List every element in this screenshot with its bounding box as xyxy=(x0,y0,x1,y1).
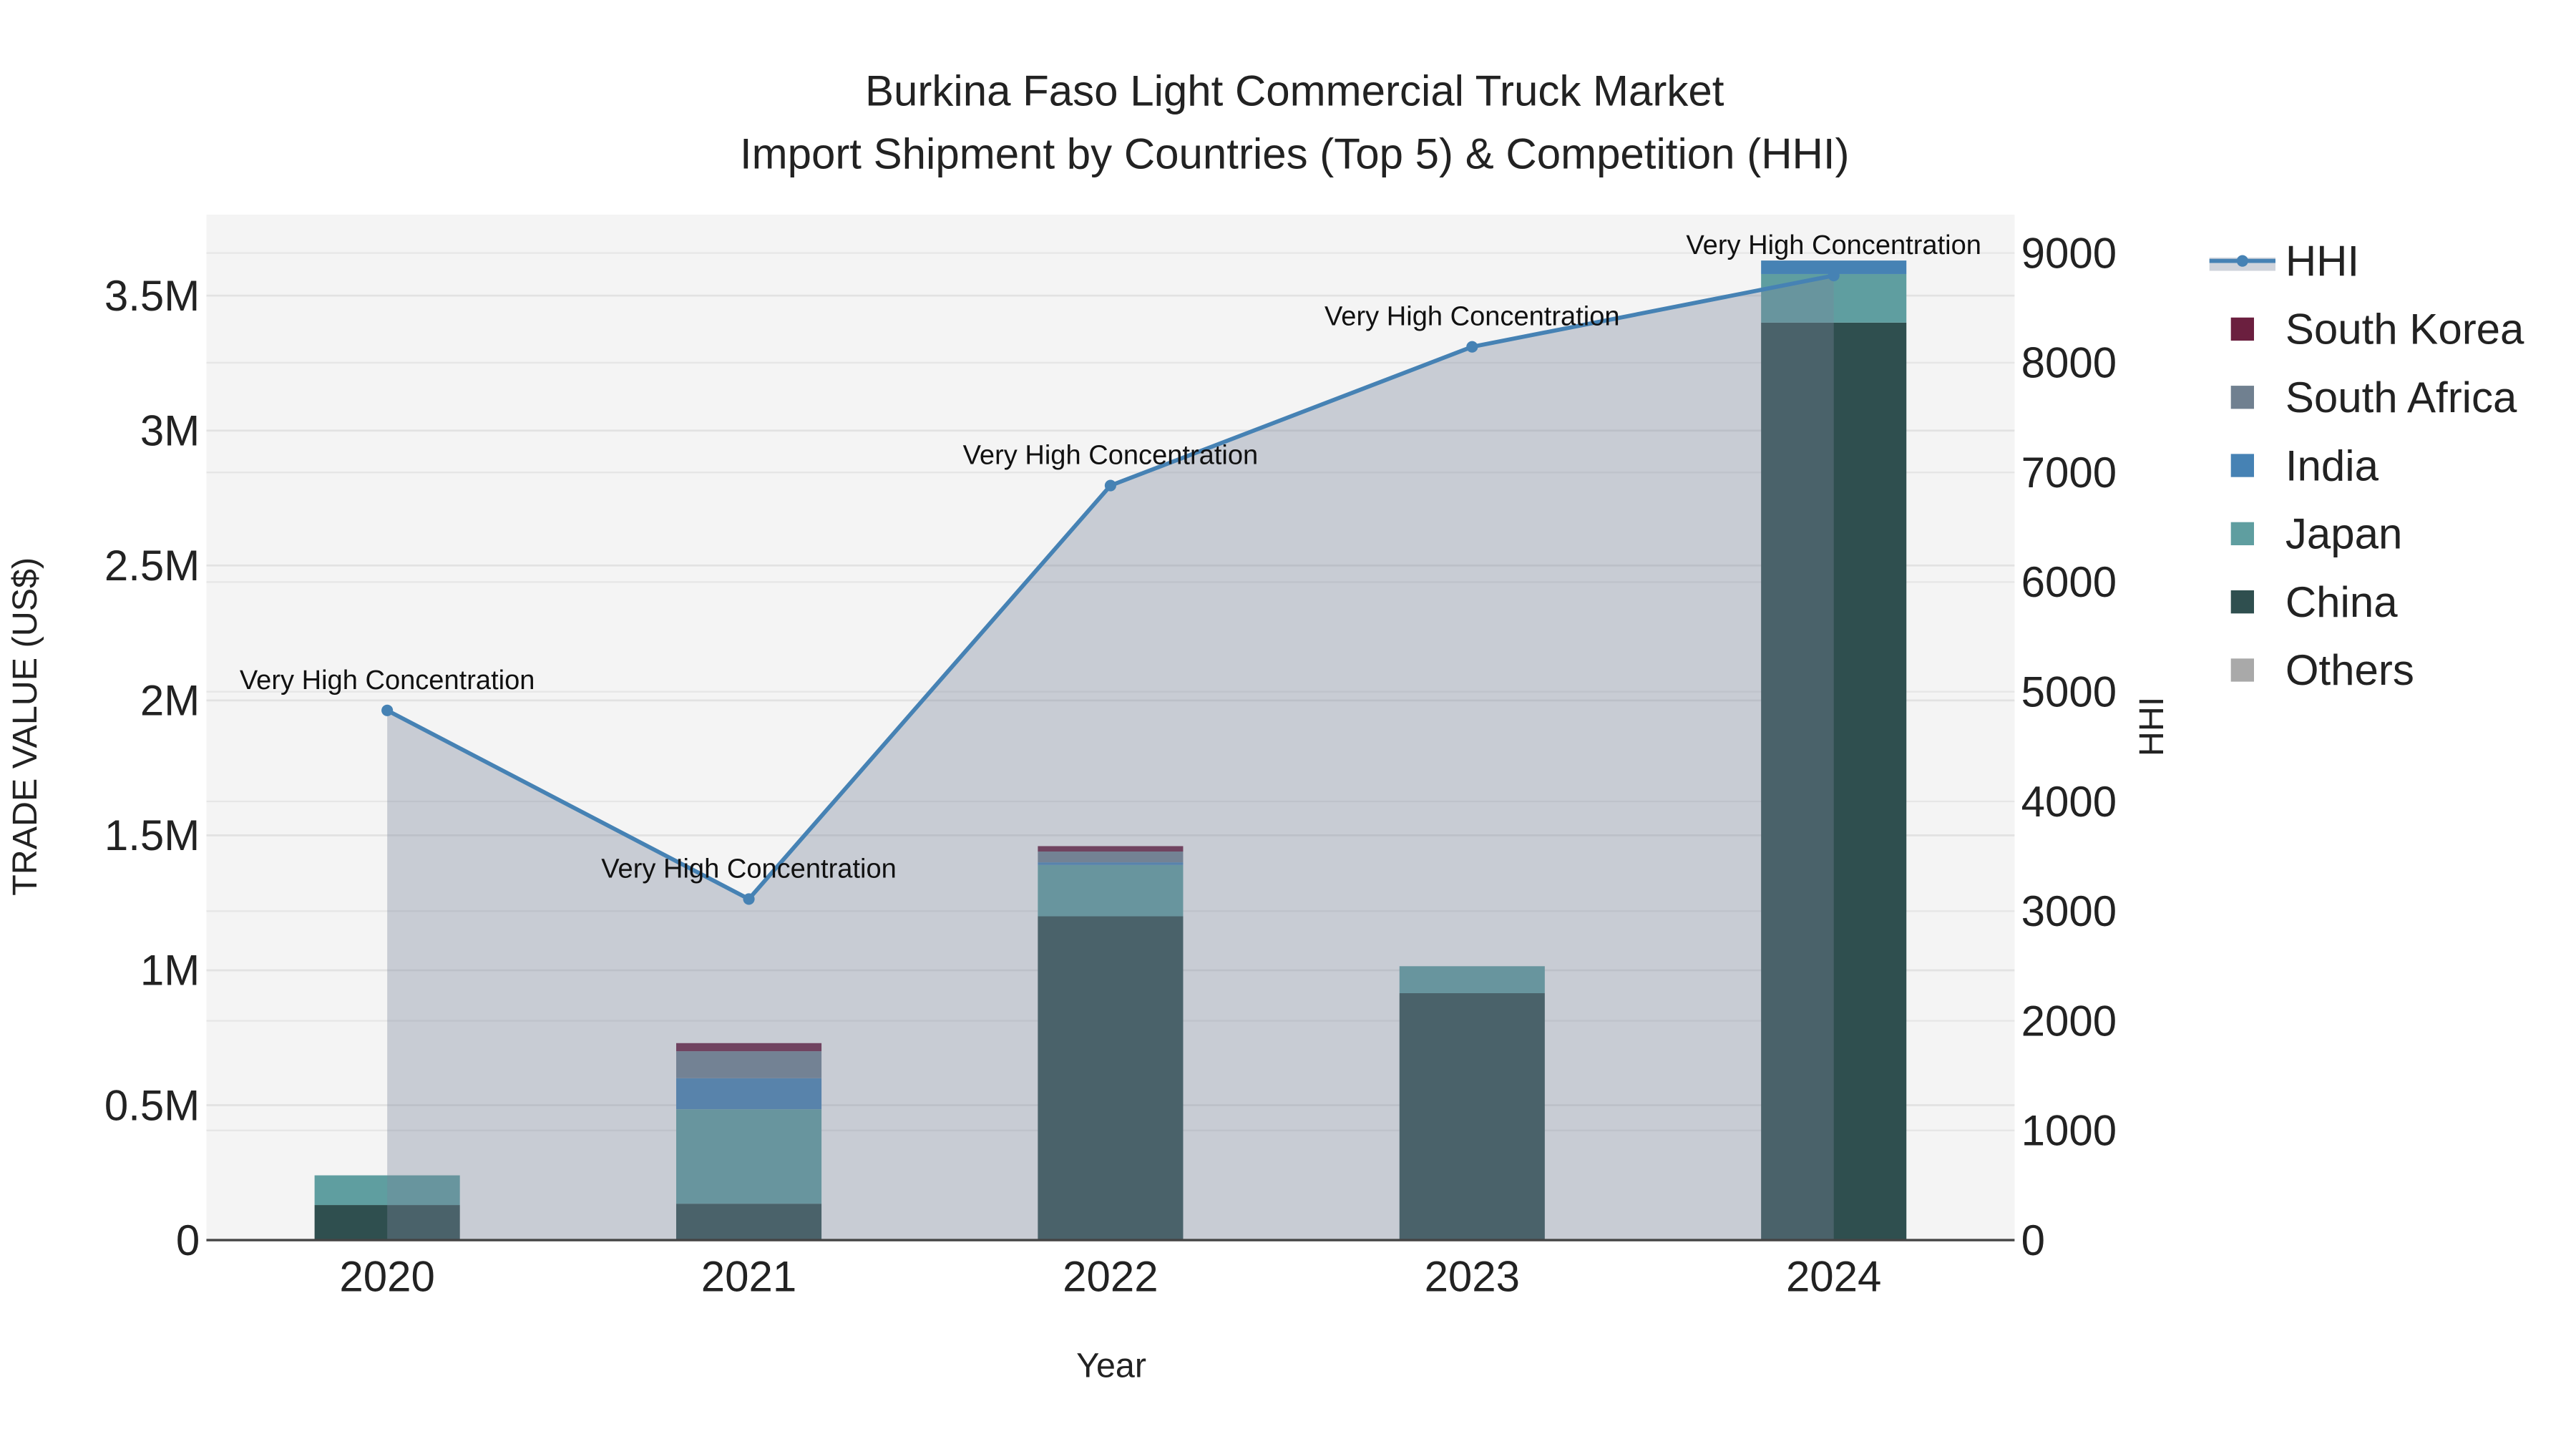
x-tick-label: 2021 xyxy=(701,1253,796,1301)
y-axis-label: TRADE VALUE (US$) xyxy=(6,557,44,896)
legend-label: Others xyxy=(2285,646,2414,694)
y2-tick-label: 4000 xyxy=(2021,778,2117,826)
hhi-annotation: Very High Concentration xyxy=(240,665,535,696)
y2-tick-label: 0 xyxy=(2021,1216,2045,1264)
y-tick-label: 3M xyxy=(140,406,200,454)
y-tick-label: 2.5M xyxy=(104,542,200,590)
legend-label: HHI xyxy=(2285,237,2359,285)
hhi-annotation: Very High Concentration xyxy=(1686,230,1981,260)
y-tick-label: 3.5M xyxy=(104,272,200,320)
hhi-annotation: Very High Concentration xyxy=(601,854,897,884)
legend-swatch xyxy=(2230,658,2254,682)
hhi-point-2021[interactable] xyxy=(743,893,755,905)
legend-item-india[interactable]: India xyxy=(2230,441,2379,489)
legend-swatch xyxy=(2230,522,2254,545)
y-tick-label: 1.5M xyxy=(104,811,200,859)
y-tick-label: 1M xyxy=(140,947,200,995)
legend-item-japan[interactable]: Japan xyxy=(2230,510,2403,558)
hhi-point-2024[interactable] xyxy=(1828,269,1840,282)
y2-axis-label: HHI xyxy=(2132,697,2171,756)
legend-hhi-marker xyxy=(2236,255,2248,267)
x-axis-label: Year xyxy=(1076,1347,1146,1385)
y2-tick-label: 5000 xyxy=(2021,668,2117,716)
y2-tick-label: 1000 xyxy=(2021,1107,2117,1155)
x-tick-label: 2024 xyxy=(1786,1253,1881,1301)
legend-label: India xyxy=(2285,441,2379,489)
chart-title-line2: Import Shipment by Countries (Top 5) & C… xyxy=(740,130,1850,177)
legend-swatch xyxy=(2230,590,2254,614)
y2-tick-label: 7000 xyxy=(2021,449,2117,497)
legend-swatch xyxy=(2230,454,2254,477)
legend-item-hhi[interactable]: HHI xyxy=(2209,237,2359,285)
hhi-point-2022[interactable] xyxy=(1104,479,1116,492)
legend-swatch xyxy=(2230,317,2254,341)
y2-tick-label: 6000 xyxy=(2021,558,2117,606)
x-tick-label: 2020 xyxy=(339,1253,434,1301)
x-tick-label: 2022 xyxy=(1063,1253,1158,1301)
legend-item-south-korea[interactable]: South Korea xyxy=(2230,306,2524,353)
chart-title-line1: Burkina Faso Light Commercial Truck Mark… xyxy=(865,67,1724,115)
y2-tick-label: 9000 xyxy=(2021,229,2117,277)
legend-label: Japan xyxy=(2285,510,2402,558)
legend-label: South Korea xyxy=(2285,306,2524,353)
legend-label: South Africa xyxy=(2285,374,2517,421)
legend-label: China xyxy=(2285,578,2398,626)
y2-tick-label: 2000 xyxy=(2021,997,2117,1045)
legend-item-others[interactable]: Others xyxy=(2230,646,2414,694)
legend-swatch xyxy=(2230,386,2254,409)
y2-tick-label: 3000 xyxy=(2021,887,2117,935)
y2-tick-label: 8000 xyxy=(2021,339,2117,387)
y-tick-label: 0.5M xyxy=(104,1081,200,1129)
x-tick-label: 2023 xyxy=(1425,1253,1520,1301)
legend-item-south-africa[interactable]: South Africa xyxy=(2230,374,2517,421)
legend-item-china[interactable]: China xyxy=(2230,578,2399,626)
hhi-annotation: Very High Concentration xyxy=(963,441,1259,471)
hhi-annotation: Very High Concentration xyxy=(1324,302,1620,332)
y-tick-label: 0 xyxy=(176,1216,200,1264)
hhi-point-2020[interactable] xyxy=(381,704,394,716)
chart: Burkina Faso Light Commercial Truck Mark… xyxy=(6,67,2524,1385)
y-tick-label: 2M xyxy=(140,677,200,725)
hhi-point-2023[interactable] xyxy=(1466,341,1478,353)
legend: HHI South Korea South Africa India Japan Chin… xyxy=(2209,237,2524,694)
